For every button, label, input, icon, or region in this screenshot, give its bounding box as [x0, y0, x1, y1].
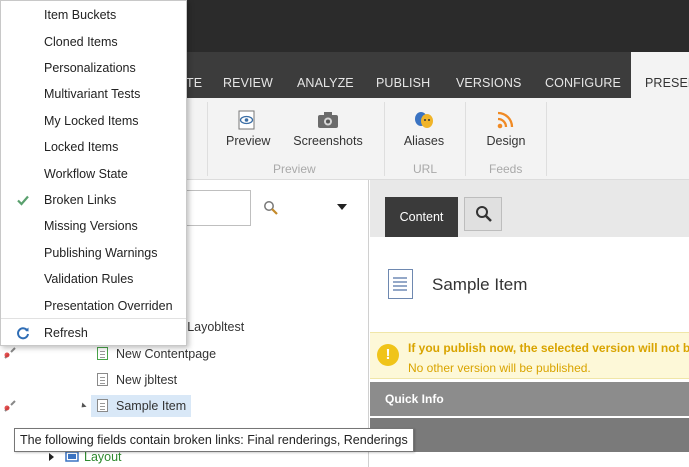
tree-item-label: New Contentpage	[116, 347, 217, 361]
menu-item-missing-versions[interactable]: Missing Versions	[1, 213, 186, 239]
content-editor-panel: Content Sample Item ! If you publish now…	[370, 180, 689, 467]
data-section[interactable]: ata	[370, 418, 689, 452]
search-input[interactable]	[183, 190, 251, 226]
menu-item-my-locked-items[interactable]: My Locked Items	[1, 108, 186, 134]
menu-item-multivariant-tests[interactable]: Multivariant Tests	[1, 81, 186, 107]
search-button[interactable]	[464, 197, 502, 231]
menu-item-cloned-items[interactable]: Cloned Items	[1, 29, 186, 55]
eye-icon	[238, 110, 255, 130]
document-icon	[388, 269, 413, 299]
group-label-feeds: Feeds	[489, 162, 523, 176]
tab-analyze[interactable]: ANALYZE	[297, 52, 354, 98]
expand-arrow-icon[interactable]	[79, 402, 87, 410]
aliases-label: Aliases	[403, 134, 445, 148]
warning-icon: !	[377, 344, 399, 366]
warning-text: No other version will be published.	[408, 361, 591, 375]
tab-content[interactable]: Content	[385, 197, 458, 237]
menu-item-locked-items[interactable]: Locked Items	[1, 134, 186, 160]
search-icon	[476, 206, 492, 222]
ribbon-divider	[384, 102, 385, 176]
tab-publish[interactable]: PUBLISH	[376, 52, 430, 98]
screenshots-label: Screenshots	[293, 134, 363, 148]
aliases-button[interactable]: Aliases	[402, 110, 446, 148]
tree-item-label: Layout	[84, 450, 122, 464]
camera-icon	[318, 112, 338, 128]
tab-versions[interactable]: VERSIONS	[456, 52, 521, 98]
group-label-url: URL	[413, 162, 438, 176]
quick-info-section[interactable]: Quick Info	[370, 382, 689, 416]
menu-item-item-buckets[interactable]: Item Buckets	[1, 2, 186, 28]
preview-label: Preview	[226, 134, 271, 148]
menu-item-personalizations[interactable]: Personalizations	[1, 55, 186, 81]
menu-item-broken-links[interactable]: Broken Links	[1, 187, 186, 213]
tab-configure[interactable]: CONFIGURE	[545, 52, 621, 98]
ribbon-divider	[207, 102, 208, 176]
expand-arrow-icon[interactable]	[49, 453, 54, 461]
tree-item[interactable]: New jbltest	[97, 369, 177, 391]
tree-item-label: Sample Item	[116, 399, 187, 413]
group-label-preview: Preview	[273, 162, 316, 176]
menu-item-label: Broken Links	[44, 193, 117, 207]
search-icon[interactable]	[263, 200, 279, 216]
menu-item-refresh[interactable]: Refresh	[1, 320, 186, 346]
tree-item-label: New jbltest	[116, 373, 178, 387]
menu-item-presentation-overriden[interactable]: Presentation Overriden	[1, 293, 186, 319]
warning-title: If you publish now, the selected version…	[408, 341, 689, 355]
tree-item[interactable]: New Contentpage	[97, 343, 216, 365]
menu-item-label: Refresh	[44, 326, 88, 340]
broken-link-icon	[4, 400, 16, 412]
item-title: Sample Item	[432, 275, 528, 294]
chevron-down-icon[interactable]	[337, 204, 347, 210]
menu-item-publishing-warnings[interactable]: Publishing Warnings	[1, 240, 186, 266]
publish-warning: ! If you publish now, the selected versi…	[370, 332, 689, 379]
menu-item-workflow-state[interactable]: Workflow State	[1, 161, 186, 187]
refresh-icon	[17, 327, 29, 340]
editor-body: Sample Item ! If you publish now, the se…	[370, 237, 689, 467]
menu-divider	[1, 318, 186, 319]
design-label: Design	[486, 134, 526, 148]
preview-button[interactable]: Preview	[226, 110, 270, 148]
screenshots-button[interactable]: Screenshots	[292, 110, 364, 148]
ribbon-divider	[465, 102, 466, 176]
editor-tab-strip: Content	[370, 180, 689, 237]
check-icon	[17, 195, 29, 206]
menu-item-validation-rules[interactable]: Validation Rules	[1, 266, 186, 292]
rss-icon	[497, 111, 514, 129]
masks-icon	[415, 112, 433, 128]
tab-review[interactable]: REVIEW	[223, 52, 273, 98]
gutter-menu: Item Buckets Cloned Items Personalizatio…	[0, 0, 187, 346]
tab-presentation[interactable]: PRESEN	[631, 52, 689, 98]
tab-create[interactable]: TE	[186, 52, 202, 98]
broken-links-tooltip: The following fields contain broken link…	[14, 428, 414, 452]
document-icon	[97, 399, 108, 412]
design-button[interactable]: Design	[484, 110, 528, 148]
document-icon	[97, 347, 108, 360]
broken-link-icon	[4, 347, 16, 359]
ribbon-divider	[546, 102, 547, 176]
document-icon	[97, 373, 108, 386]
tree-item-selected[interactable]: Sample Item	[91, 395, 191, 417]
